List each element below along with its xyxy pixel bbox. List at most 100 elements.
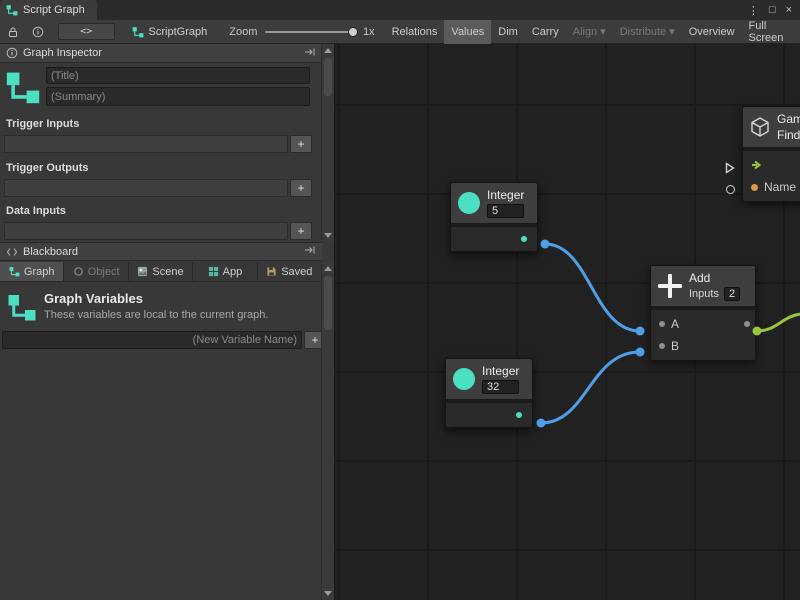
wire-endpoint[interactable] — [636, 348, 645, 357]
integer-node-body — [446, 403, 532, 427]
port-row-b: B — [651, 335, 755, 357]
inspector-scrollbar[interactable] — [321, 44, 334, 242]
scroll-up-icon[interactable] — [324, 266, 332, 271]
node-title: Integer — [487, 188, 524, 202]
code-view-button[interactable]: <> — [58, 23, 115, 40]
graph-title-input[interactable] — [46, 67, 310, 84]
integer-type-icon — [458, 192, 480, 214]
tab-app[interactable]: App — [193, 262, 257, 281]
node-title-line2: Find — [777, 128, 800, 142]
zoom-label: Zoom — [229, 26, 257, 38]
chevron-down-icon: ▾ — [600, 25, 606, 38]
tab-saved[interactable]: Saved — [258, 262, 322, 281]
integer-node-32[interactable]: Integer 32 — [445, 358, 533, 428]
wire-endpoint[interactable] — [537, 419, 546, 428]
integer-value-field[interactable]: 5 — [487, 204, 524, 218]
unity-script-graph-window: Script Graph ⋮ □ × <> ScriptGraph Zoom 1… — [0, 0, 800, 600]
blackboard-scrollbar[interactable] — [321, 262, 334, 600]
scene-tab-icon — [137, 266, 148, 277]
chevron-down-icon: ▾ — [669, 25, 675, 38]
maximize-icon[interactable]: □ — [769, 4, 776, 16]
node-title: Add — [689, 271, 740, 285]
code-brackets-icon — [6, 247, 18, 257]
tab-graph[interactable]: Graph — [0, 262, 64, 281]
node-title-line1: Game — [777, 112, 800, 126]
graph-toolbar: <> ScriptGraph Zoom 1x Relations Values … — [0, 20, 800, 44]
inputs-count-field[interactable]: 2 — [724, 287, 740, 301]
wire-integer32-to-b — [541, 352, 640, 423]
integer-node-body — [451, 227, 537, 251]
wire-endpoint[interactable] — [541, 240, 550, 249]
input-port-a-dot[interactable] — [659, 321, 665, 327]
align-dropdown[interactable]: Align▾ — [566, 20, 613, 44]
add-node[interactable]: Add Inputs 2 A B — [650, 265, 756, 361]
cube-icon — [750, 116, 770, 138]
overview-button[interactable]: Overview — [682, 20, 742, 44]
close-icon[interactable]: × — [786, 4, 792, 16]
sidebar: Graph Inspector Trigger Inputs + Trigger… — [0, 44, 335, 600]
distribute-dropdown[interactable]: Distribute▾ — [613, 20, 682, 44]
scrollbar-thumb[interactable] — [324, 58, 332, 96]
add-data-input-button[interactable]: + — [290, 222, 312, 240]
zoom-slider[interactable] — [265, 31, 355, 33]
input-port-b-dot[interactable] — [659, 343, 665, 349]
value-input-port-circle[interactable] — [726, 185, 735, 194]
output-port-dot[interactable] — [744, 321, 750, 327]
wire-integer5-to-a — [545, 244, 640, 331]
add-node-body: A B — [651, 310, 755, 360]
blackboard-title: Blackboard — [23, 246, 78, 258]
scrollbar-thumb[interactable] — [324, 276, 332, 330]
carry-button[interactable]: Carry — [525, 20, 566, 44]
add-trigger-input-button[interactable]: + — [290, 135, 312, 153]
dim-button[interactable]: Dim — [491, 20, 525, 44]
relations-button[interactable]: Relations — [385, 20, 445, 44]
window-controls: ⋮ □ × — [748, 0, 800, 20]
trigger-outputs-list-box — [4, 179, 288, 197]
game-find-node-header: Game Find — [743, 107, 800, 151]
lock-icon[interactable] — [7, 26, 19, 38]
info-icon — [6, 47, 18, 59]
wire-endpoint[interactable] — [636, 327, 645, 336]
dock-panel-icon[interactable] — [304, 245, 316, 258]
scroll-down-icon[interactable] — [324, 591, 332, 596]
inputs-label: Inputs — [689, 288, 719, 300]
window-menu-icon[interactable]: ⋮ — [748, 4, 759, 17]
add-icon — [658, 274, 682, 298]
graph-name-label: ScriptGraph — [149, 26, 208, 38]
graph-variables-caption: These variables are local to the current… — [44, 309, 268, 321]
graph-canvas[interactable]: Integer 5 Integer 32 — [335, 44, 800, 600]
graph-summary-input[interactable] — [46, 87, 310, 106]
graph-variables-icon — [7, 292, 37, 322]
scroll-up-icon[interactable] — [324, 48, 332, 53]
graph-tab-icon — [9, 266, 20, 277]
string-port-dot[interactable] — [751, 184, 758, 191]
output-port-dot[interactable] — [521, 236, 527, 242]
zoom-value: 1x — [363, 26, 375, 38]
integer-type-icon — [453, 368, 475, 390]
integer-node-header: Integer 32 — [446, 359, 532, 403]
integer-node-5[interactable]: Integer 5 — [450, 182, 538, 252]
port-row-a: A — [651, 313, 755, 335]
scroll-down-icon[interactable] — [324, 233, 332, 238]
graph-inspector-header: Graph Inspector — [0, 44, 322, 63]
flow-arrow-icon — [751, 159, 762, 171]
info-icon[interactable] — [32, 26, 44, 38]
name-port-label: Name — [764, 180, 796, 194]
trigger-inputs-label: Trigger Inputs — [6, 118, 79, 130]
data-inputs-list-box — [4, 222, 288, 240]
output-port-dot[interactable] — [516, 412, 522, 418]
add-trigger-output-button[interactable]: + — [290, 179, 312, 197]
integer-value-field[interactable]: 32 — [482, 380, 519, 394]
control-input-port-triangle[interactable] — [725, 162, 735, 174]
game-find-node[interactable]: Game Find Name — [742, 106, 800, 202]
full-screen-button[interactable]: Full Screen — [742, 20, 800, 44]
tab-scene[interactable]: Scene — [129, 262, 193, 281]
new-variable-input[interactable] — [2, 331, 302, 349]
trigger-inputs-list-box — [4, 135, 288, 153]
window-tab-script-graph[interactable]: Script Graph — [0, 0, 97, 20]
tab-object[interactable]: Object — [64, 262, 128, 281]
add-node-header: Add Inputs 2 — [651, 266, 755, 310]
zoom-slider-knob[interactable] — [348, 27, 358, 37]
dock-panel-icon[interactable] — [304, 47, 316, 60]
values-button[interactable]: Values — [444, 20, 491, 44]
